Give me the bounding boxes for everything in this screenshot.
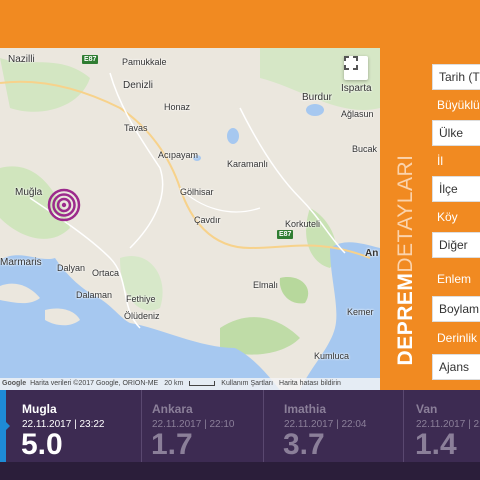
earthquake-city: Mugla xyxy=(22,402,57,416)
place-label: An xyxy=(365,248,379,259)
place-label: Karamanlı xyxy=(227,159,269,169)
earthquake-detail-form: Tarih (T Büyüklü Ülke İl İlçe Köy Diğer … xyxy=(428,48,480,390)
earthquake-magnitude: 5.0 xyxy=(21,428,63,461)
longitude-field[interactable]: Boylam xyxy=(432,296,480,322)
earthquake-city: Ankara xyxy=(152,402,193,416)
sidebar-title-thin: DETAYLARI xyxy=(394,154,417,273)
earthquake-magnitude: 1.4 xyxy=(416,428,457,461)
earthquake-card[interactable]: Imathia 22.11.2017 | 22:04 3.7 xyxy=(283,390,404,462)
sidebar-title: DEPREMDETAYLARI xyxy=(388,130,424,390)
place-label: Pamukkale xyxy=(122,57,167,67)
place-label: Nazilli xyxy=(8,54,35,65)
village-label: Köy xyxy=(437,210,458,224)
place-label: Dalyan xyxy=(57,263,86,273)
place-label: Honaz xyxy=(164,102,191,112)
fullscreen-icon xyxy=(344,56,358,70)
place-label: Bucak xyxy=(352,144,378,154)
earthquake-city: Imathia xyxy=(284,402,327,416)
other-field[interactable]: Diğer xyxy=(432,232,480,258)
scale-bar xyxy=(189,380,216,386)
place-label: Burdur xyxy=(302,92,333,103)
footer-strip xyxy=(0,462,480,480)
google-logo: Google xyxy=(2,380,27,387)
place-label: Marmaris xyxy=(0,257,42,268)
earthquake-magnitude: 3.7 xyxy=(283,428,325,461)
place-label: Elmalı xyxy=(253,280,279,290)
place-label: Dalaman xyxy=(76,290,113,300)
magnitude-label: Büyüklü xyxy=(437,98,480,112)
latitude-label: Enlem xyxy=(437,272,472,286)
report-error-link[interactable]: Harita hatası bildirin xyxy=(279,380,341,387)
date-field[interactable]: Tarih (T xyxy=(432,64,480,90)
agency-field[interactable]: Ajans xyxy=(432,354,480,380)
place-label: Fethiye xyxy=(126,294,156,304)
road-marker: E87 xyxy=(82,55,99,64)
selected-arrow-icon xyxy=(4,420,10,432)
earthquake-marker[interactable] xyxy=(47,188,81,222)
map-data-credit: Harita verileri ©2017 Google, ORION-ME xyxy=(30,380,159,387)
earthquake-list: Mugla 22.11.2017 | 23:22 5.0 Ankara 22.1… xyxy=(0,390,480,480)
place-label: Ortaca xyxy=(92,268,120,278)
place-label: Tavas xyxy=(124,123,148,133)
earthquake-card[interactable]: Ankara 22.11.2017 | 22:10 1.7 xyxy=(151,390,264,462)
place-label: Korkuteli xyxy=(285,219,321,229)
scale-label: 20 km xyxy=(164,380,184,387)
road-marker: E87 xyxy=(277,230,294,239)
top-bar xyxy=(0,0,480,48)
province-label: İl xyxy=(437,154,443,168)
place-label: Kumluca xyxy=(314,351,350,361)
place-label: Gölhisar xyxy=(180,187,214,197)
earthquake-card[interactable]: Mugla 22.11.2017 | 23:22 5.0 xyxy=(21,390,142,462)
place-label: Denizli xyxy=(123,80,154,91)
terms-link[interactable]: Kullanım Şartları xyxy=(221,380,273,387)
place-label: Muğla xyxy=(15,187,43,198)
district-field[interactable]: İlçe xyxy=(432,176,480,202)
earthquake-magnitude: 1.7 xyxy=(151,428,193,461)
place-label: Ağlasun xyxy=(341,109,374,119)
earthquake-card[interactable]: Van 22.11.2017 | 21:56 1.4 xyxy=(416,390,480,462)
sidebar-title-bold: DEPREM xyxy=(394,272,417,366)
country-field[interactable]: Ülke xyxy=(432,120,480,146)
fullscreen-button[interactable] xyxy=(344,56,368,80)
depth-label: Derinlik xyxy=(437,331,478,345)
map-panel[interactable]: Nazilli Pamukkale Denizli Honaz Tavas Ac… xyxy=(0,48,380,390)
place-label: Çavdır xyxy=(194,215,221,225)
place-label: Kemer xyxy=(347,307,374,317)
place-label: Isparta xyxy=(341,83,372,94)
place-label: Ölüdeniz xyxy=(124,311,160,321)
earthquake-city: Van xyxy=(416,402,438,416)
map-attribution: Google Harita verileri ©2017 Google, ORIO… xyxy=(0,378,380,390)
place-label: Acıpayam xyxy=(158,150,199,160)
